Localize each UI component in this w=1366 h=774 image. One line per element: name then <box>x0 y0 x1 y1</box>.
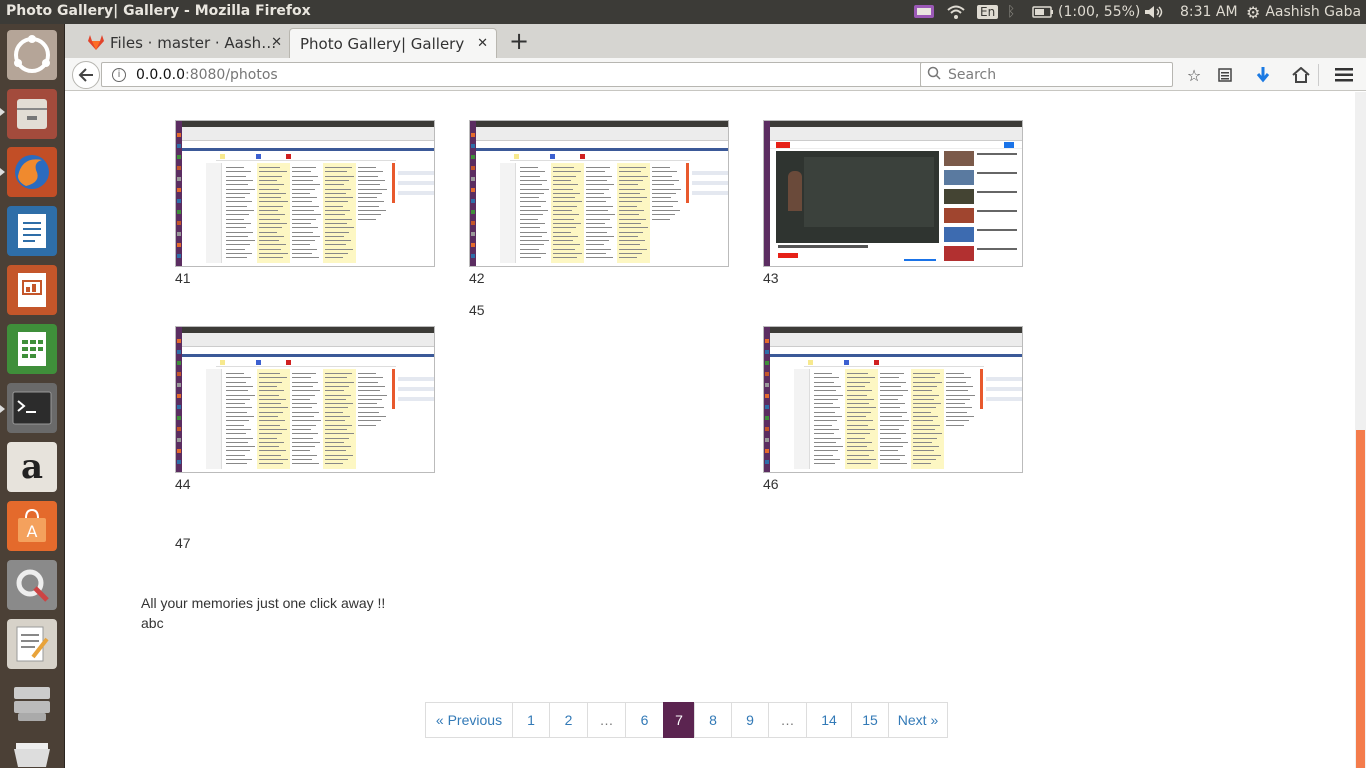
running-indicator <box>0 405 5 413</box>
gallery-photo[interactable] <box>175 120 435 267</box>
writer-icon[interactable] <box>7 206 57 256</box>
page-link-14[interactable]: 14 <box>806 702 852 738</box>
ubuntu-dash-icon[interactable] <box>7 30 57 80</box>
firefox-icon[interactable] <box>7 147 57 197</box>
scrollbar[interactable] <box>1355 92 1366 768</box>
bookmark-star-icon[interactable]: ☆ <box>1182 63 1206 87</box>
tagline: All your memories just one click away !! <box>141 595 386 611</box>
gitlab-icon <box>88 35 104 54</box>
tab-bar: Files · master · Aash… ✕ Photo Gallery| … <box>65 24 1366 58</box>
page-link-8[interactable]: 8 <box>694 702 732 738</box>
gallery-item-number: 42 <box>469 270 485 286</box>
tab-photo-gallery[interactable]: Photo Gallery| Gallery ✕ <box>289 28 497 58</box>
impress-icon[interactable] <box>7 265 57 315</box>
page-link-9[interactable]: 9 <box>731 702 769 738</box>
page-ellipsis: … <box>768 702 807 738</box>
gallery-item-number: 44 <box>175 476 191 492</box>
close-tab-icon[interactable]: ✕ <box>477 36 488 51</box>
amazon-icon[interactable]: a <box>7 442 57 492</box>
wifi-icon[interactable] <box>946 3 966 21</box>
gallery-item: 45 <box>469 299 729 318</box>
nav-bar: i 0.0.0.0:8080/photos ↻ Search ☆ <box>65 58 1366 91</box>
settings-icon[interactable] <box>7 560 57 610</box>
launcher: a A <box>0 24 65 768</box>
tab-label: Files · master · Aash… <box>110 34 277 52</box>
gallery-item: 41 <box>175 120 435 286</box>
pagination: « Previous 1 2… 6 7 8 9… 14 15 Next » <box>425 702 948 738</box>
volume-icon[interactable] <box>1143 3 1165 21</box>
user-name: Aashish Gaba <box>1265 4 1362 20</box>
gallery-item-number: 46 <box>763 476 779 492</box>
battery-indicator[interactable]: (1:00, 55%) <box>1032 3 1140 21</box>
back-button[interactable] <box>72 61 100 89</box>
info-icon[interactable]: i <box>112 67 126 82</box>
url-bar[interactable]: i 0.0.0.0:8080/photos ↻ <box>101 62 979 87</box>
gallery-item: 44 <box>175 326 435 492</box>
user-menu[interactable]: ⚙ Aashish Gaba <box>1246 2 1362 22</box>
svg-text:A: A <box>27 522 38 541</box>
gallery-item-number: 43 <box>763 270 779 286</box>
next-page-button[interactable]: Next » <box>888 702 948 738</box>
battery-label: (1:00, 55%) <box>1058 4 1141 20</box>
keyboard-layout-label: En <box>977 5 999 19</box>
gallery-photo[interactable] <box>175 326 435 473</box>
subline: abc <box>141 615 164 631</box>
gallery-item-number: 45 <box>469 302 485 318</box>
close-tab-icon[interactable]: ✕ <box>271 35 282 50</box>
calc-icon[interactable] <box>7 324 57 374</box>
gallery-photo[interactable] <box>763 326 1023 473</box>
download-icon[interactable] <box>1251 63 1275 87</box>
home-icon[interactable] <box>1289 63 1313 87</box>
page-link-1[interactable]: 1 <box>512 702 550 738</box>
new-tab-button[interactable]: + <box>509 27 529 55</box>
search-bar[interactable]: Search <box>920 62 1173 87</box>
gallery-item-number: 47 <box>175 535 191 551</box>
trash-icon[interactable] <box>7 724 57 774</box>
scrollbar-thumb[interactable] <box>1356 430 1365 768</box>
gallery-item: 46 <box>763 326 1023 492</box>
bluetooth-icon[interactable]: ᛒ <box>1007 3 1015 21</box>
software-center-icon[interactable]: A <box>7 501 57 551</box>
page-link-7[interactable]: 7 <box>663 702 695 738</box>
workspace-switcher-icon[interactable] <box>7 678 57 728</box>
toolbar-separator <box>1318 64 1319 86</box>
tab-gitlab-files[interactable]: Files · master · Aash… ✕ <box>82 28 290 58</box>
page-link-15[interactable]: 15 <box>851 702 889 738</box>
files-icon[interactable] <box>7 89 57 139</box>
tab-label: Photo Gallery| Gallery <box>300 34 465 53</box>
top-panel: Photo Gallery| Gallery - Mozilla Firefox… <box>0 0 1366 24</box>
back-arrow-icon <box>78 68 93 82</box>
gallery-item: 42 <box>469 120 729 286</box>
keyboard-layout-indicator[interactable]: En <box>977 3 999 21</box>
page-content: 41 42 43 44 45 46 47 All your memories just on… <box>65 92 1354 768</box>
page-ellipsis: … <box>587 702 626 738</box>
gallery-photo[interactable] <box>763 120 1023 267</box>
menu-icon[interactable] <box>1332 63 1356 87</box>
tagline-block: All your memories just one click away !!… <box>141 593 385 633</box>
window-title: Photo Gallery| Gallery - Mozilla Firefox <box>6 3 311 19</box>
text-editor-icon[interactable] <box>7 619 57 669</box>
running-indicator <box>0 108 5 116</box>
url-path: :8080/photos <box>184 66 278 83</box>
gallery-item-number: 41 <box>175 270 191 286</box>
reading-list-icon[interactable] <box>1213 63 1237 87</box>
gallery-item: 47 <box>175 532 435 551</box>
terminal-icon[interactable] <box>7 383 57 433</box>
previous-page-button[interactable]: « Previous <box>425 702 513 738</box>
clock[interactable]: 8:31 AM <box>1180 3 1238 21</box>
gallery-item: 43 <box>763 120 1023 286</box>
url-text: 0.0.0.0:8080/photos <box>136 67 278 83</box>
url-host: 0.0.0.0 <box>136 66 185 83</box>
search-icon <box>927 66 941 84</box>
page-link-6[interactable]: 6 <box>625 702 664 738</box>
running-indicator <box>0 168 5 176</box>
search-placeholder: Search <box>948 66 997 83</box>
screen-indicator-icon[interactable] <box>913 3 935 21</box>
page-link-2[interactable]: 2 <box>549 702 588 738</box>
gallery-photo[interactable] <box>469 120 729 267</box>
gear-icon: ⚙ <box>1246 2 1261 22</box>
battery-icon <box>1032 6 1053 18</box>
